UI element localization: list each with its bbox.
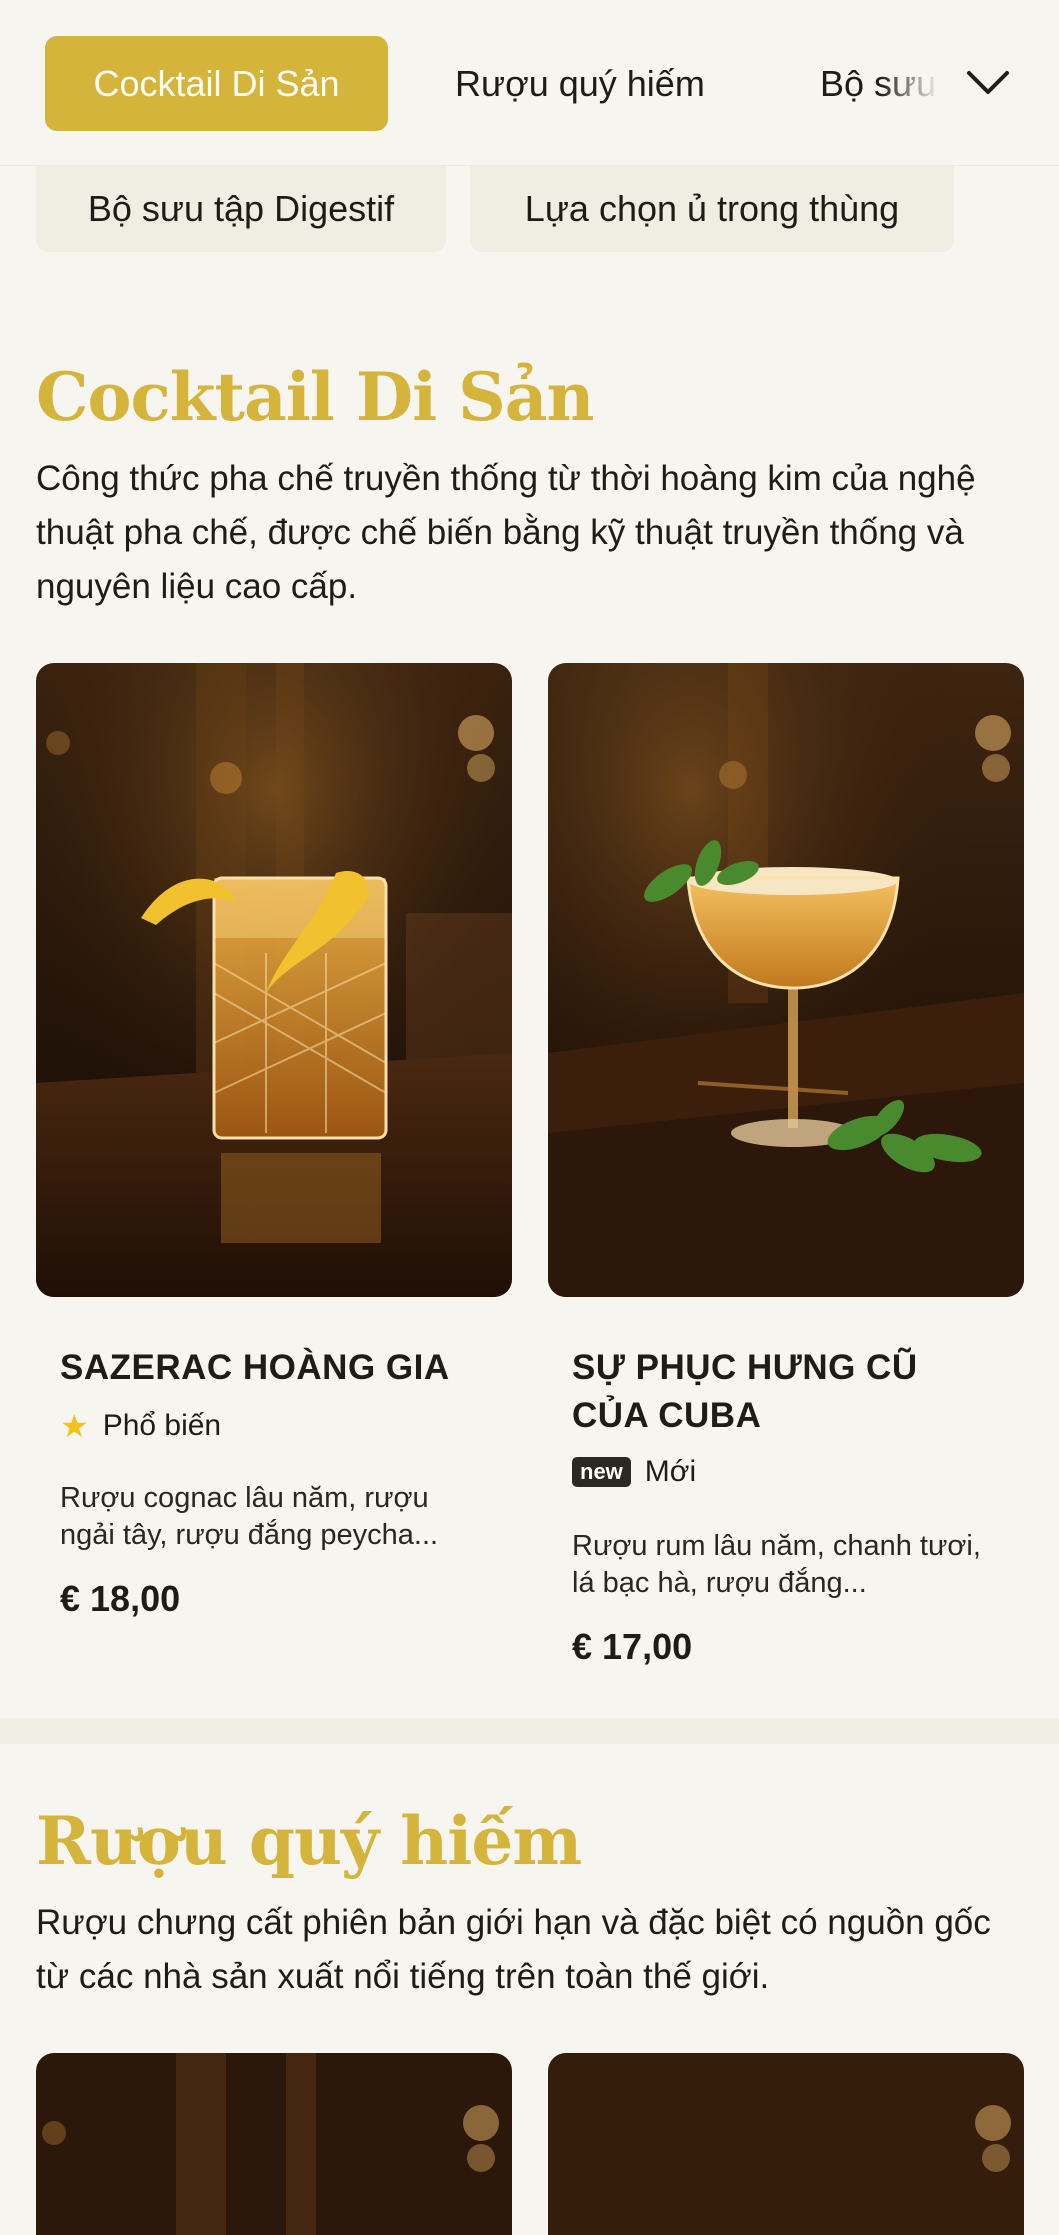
rare-spirit-image[interactable]	[36, 2053, 512, 2235]
new-tag: new	[572, 1457, 631, 1487]
item-description: Rượu rum lâu năm, chanh tươi, lá bạc hà,…	[572, 1530, 981, 1599]
category-nav: Cocktail Di Sản Rượu quý hiếm Bộ sưu	[0, 0, 1059, 166]
item-name: SỰ PHỤC HƯNG CŨ CỦA CUBA	[572, 1348, 918, 1435]
rare-spirit-image[interactable]	[548, 2053, 1024, 2235]
chevron-down-icon[interactable]	[958, 58, 1018, 108]
section-title-rare-spirits: Rượu quý hiếm	[36, 1802, 582, 1880]
section-title-heritage: Cocktail Di Sản	[36, 358, 595, 436]
tab-collection[interactable]: Bộ sưu	[820, 36, 940, 131]
item-price: € 18,00	[60, 1578, 181, 1619]
section-description-rare-spirits: Rượu chưng cất phiên bản giới hạn và đặc…	[36, 1903, 991, 1996]
cuban-revival-image[interactable]	[548, 663, 1024, 1297]
badge-label: Mới	[644, 1455, 697, 1488]
tab-rare-spirits[interactable]: Rượu quý hiếm	[455, 36, 705, 131]
new-badge: new Mới	[572, 1455, 696, 1489]
badge-label: Phổ biến	[102, 1409, 222, 1442]
tab-heritage-cocktails[interactable]: Cocktail Di Sản	[45, 36, 388, 131]
item-name: SAZERAC HOÀNG GIA	[60, 1348, 450, 1387]
sazerac-image[interactable]	[36, 663, 512, 1297]
item-description: Rượu cognac lâu năm, rượu ngải tây, rượu…	[60, 1482, 439, 1551]
chip-digestif-collection[interactable]: Bộ sưu tập Digestif	[36, 166, 446, 252]
popular-badge: ★ Phổ biến	[60, 1407, 221, 1445]
chip-barrel-aged[interactable]: Lựa chọn ủ trong thùng	[470, 166, 954, 252]
section-description-heritage: Công thức pha chế truyền thống từ thời h…	[36, 459, 976, 606]
star-icon: ★	[60, 1408, 89, 1444]
section-divider	[0, 1718, 1059, 1744]
item-price: € 17,00	[572, 1626, 693, 1667]
